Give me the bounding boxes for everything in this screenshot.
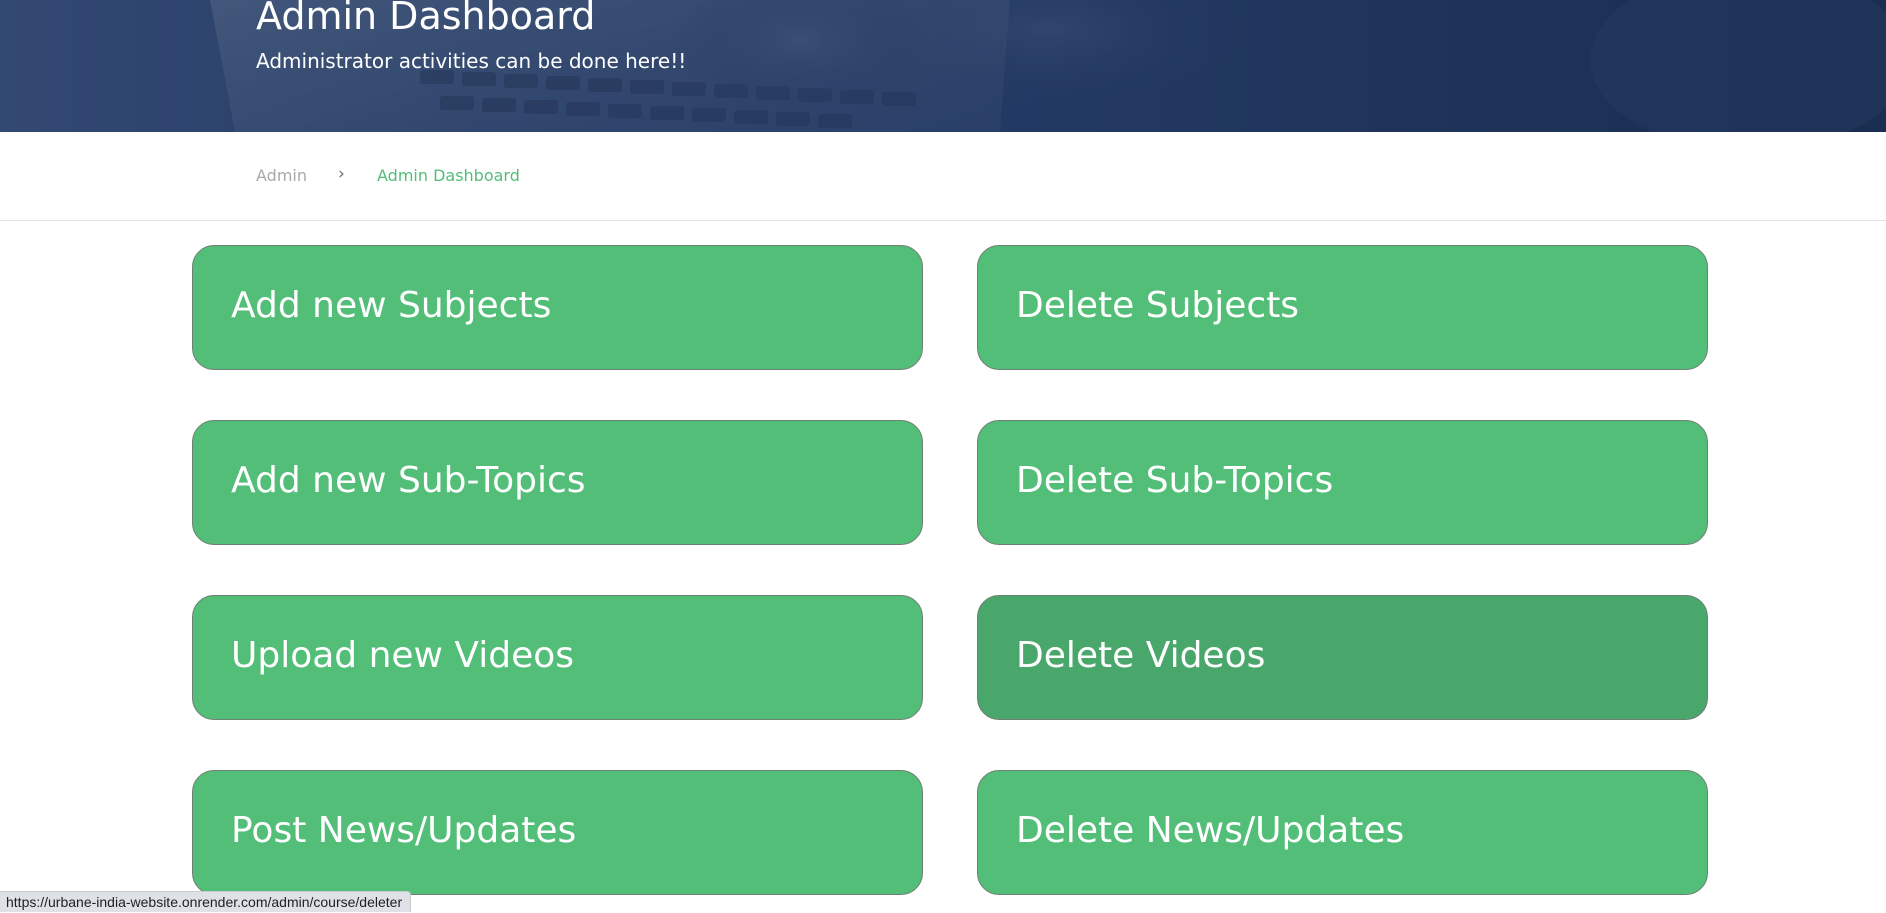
- breadcrumb-item-admin-dashboard: Admin Dashboard: [377, 166, 520, 185]
- add-subjects-label: Add new Subjects: [231, 285, 552, 326]
- breadcrumb: Admin › Admin Dashboard: [0, 132, 1886, 221]
- delete-sub-topics-button[interactable]: Delete Sub-Topics: [977, 420, 1708, 545]
- page-banner: Admin Dashboard Administrator activities…: [0, 0, 1886, 132]
- breadcrumb-item-admin[interactable]: Admin: [256, 166, 307, 185]
- add-sub-topics-button[interactable]: Add new Sub-Topics: [192, 420, 923, 545]
- delete-sub-topics-label: Delete Sub-Topics: [1016, 460, 1334, 501]
- page-subtitle: Administrator activities can be done her…: [256, 49, 687, 73]
- page-title: Admin Dashboard: [256, 0, 596, 38]
- add-sub-topics-label: Add new Sub-Topics: [231, 460, 586, 501]
- delete-videos-button[interactable]: Delete Videos: [977, 595, 1708, 720]
- post-news-updates-label: Post News/Updates: [231, 810, 577, 851]
- delete-news-updates-label: Delete News/Updates: [1016, 810, 1405, 851]
- upload-videos-label: Upload new Videos: [231, 635, 575, 676]
- link-preview-status-bar: https://urbane-india-website.onrender.co…: [0, 891, 412, 912]
- delete-videos-label: Delete Videos: [1016, 635, 1266, 676]
- breadcrumb-separator: ›: [338, 164, 345, 184]
- post-news-updates-button[interactable]: Post News/Updates: [192, 770, 923, 895]
- delete-subjects-label: Delete Subjects: [1016, 285, 1300, 326]
- delete-subjects-button[interactable]: Delete Subjects: [977, 245, 1708, 370]
- delete-news-updates-button[interactable]: Delete News/Updates: [977, 770, 1708, 895]
- upload-videos-button[interactable]: Upload new Videos: [192, 595, 923, 720]
- add-subjects-button[interactable]: Add new Subjects: [192, 245, 923, 370]
